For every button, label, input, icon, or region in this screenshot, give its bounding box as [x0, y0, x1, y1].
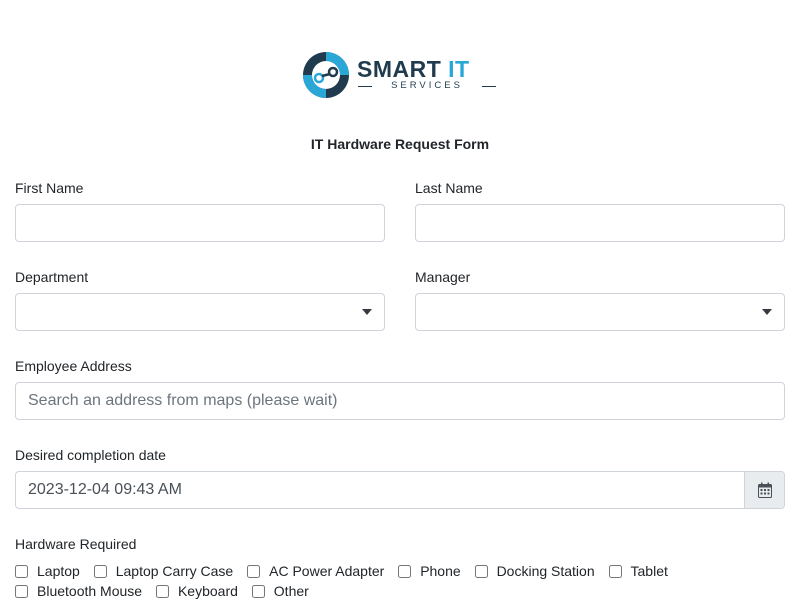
checkbox[interactable]	[15, 584, 28, 598]
hardware-option-ac-power-adapter[interactable]: AC Power Adapter	[247, 561, 384, 581]
hardware-option-keyboard[interactable]: Keyboard	[155, 581, 238, 601]
first-name-label: First Name	[15, 180, 84, 196]
caret-down-icon	[362, 309, 372, 315]
checkbox[interactable]	[247, 564, 261, 578]
hardware-required-label: Hardware Required	[15, 536, 137, 552]
hardware-option-tablet[interactable]: Tablet	[608, 561, 668, 581]
calendar-button[interactable]	[744, 472, 784, 508]
hardware-checkbox-group: Laptop Laptop Carry Case AC Power Adapte…	[15, 561, 785, 601]
logo-mark-icon	[303, 52, 349, 98]
logo-wordmark: SMART IT	[357, 56, 470, 82]
first-name-input[interactable]	[15, 204, 385, 242]
checkbox[interactable]	[608, 564, 622, 578]
hardware-option-phone[interactable]: Phone	[398, 561, 461, 581]
logo-subtitle: SERVICES	[358, 81, 496, 91]
manager-select[interactable]	[415, 293, 785, 331]
calendar-icon	[758, 482, 772, 498]
last-name-label: Last Name	[415, 180, 483, 196]
department-select[interactable]	[15, 293, 385, 331]
completion-date-value: 2023-12-04 09:43 AM	[28, 481, 182, 498]
checkbox[interactable]	[398, 564, 412, 578]
checkbox[interactable]	[15, 564, 28, 578]
manager-label: Manager	[415, 269, 471, 285]
hardware-option-bluetooth-mouse[interactable]: Bluetooth Mouse	[15, 581, 142, 601]
hardware-option-laptop[interactable]: Laptop	[15, 561, 80, 581]
department-label: Department	[15, 269, 89, 285]
checkbox[interactable]	[474, 564, 488, 578]
last-name-input[interactable]	[415, 204, 785, 242]
form-title: IT Hardware Request Form	[310, 136, 490, 152]
completion-date-label: Desired completion date	[15, 447, 166, 463]
caret-down-icon	[762, 309, 772, 315]
checkbox[interactable]	[93, 564, 107, 578]
checkbox[interactable]	[155, 584, 169, 598]
completion-date-input[interactable]: 2023-12-04 09:43 AM	[15, 471, 785, 509]
hardware-option-docking-station[interactable]: Docking Station	[474, 561, 595, 581]
address-search-input[interactable]	[15, 382, 785, 420]
employee-address-label: Employee Address	[15, 358, 132, 374]
hardware-option-laptop-carry-case[interactable]: Laptop Carry Case	[93, 561, 233, 581]
company-logo: SMART IT SERVICES	[302, 50, 498, 100]
hardware-option-other[interactable]: Other	[251, 581, 309, 601]
checkbox[interactable]	[251, 584, 265, 598]
